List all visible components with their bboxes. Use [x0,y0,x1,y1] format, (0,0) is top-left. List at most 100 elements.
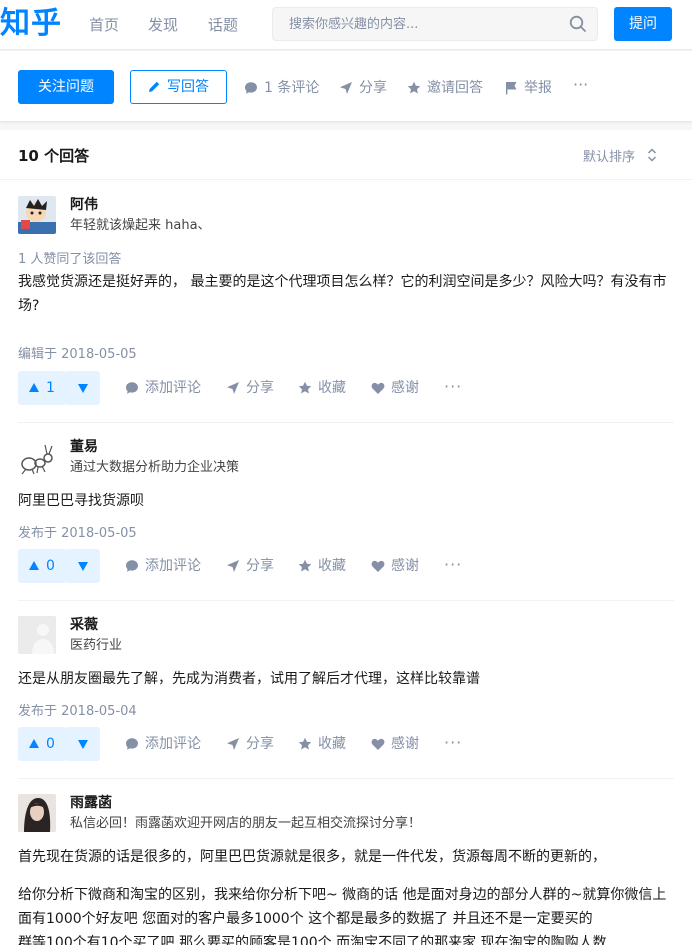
flag-icon [506,82,517,95]
star-icon [298,559,312,572]
ant-avatar-icon [18,438,56,476]
comment-icon [126,560,138,572]
collect-label: 收藏 [318,558,346,574]
share-button[interactable]: 分享 [226,557,274,575]
top-navbar: 知乎 首页 发现 话题 提问 [0,0,692,50]
answer-count: 10 个回答 [18,147,90,165]
author-name[interactable]: 董易 [70,438,98,456]
share-label: 分享 [359,80,387,96]
search-icon[interactable] [569,15,587,33]
more-actions-button[interactable]: ··· [444,555,462,574]
answer-date[interactable]: 发布于 2018-05-04 [18,700,137,719]
write-answer-label: 写回答 [167,79,209,95]
upvote-summary: 1 人赞同了该回答 [18,252,122,267]
share-icon [227,560,239,572]
avatar[interactable] [18,794,56,832]
invite-answer-button[interactable]: 邀请回答 [407,78,483,98]
cartoon-avatar-icon [18,196,56,234]
share-button[interactable]: 分享 [226,735,274,753]
star-icon [298,737,312,750]
collect-label: 收藏 [318,380,346,396]
comment-icon [126,382,138,394]
heart-icon [371,738,385,750]
answer-content: 还是从朋友圈最先了解，先成为消费者，试用了解后才代理，这样比较靠谱 [18,671,480,687]
write-answer-button[interactable]: 写回答 [130,70,227,104]
answer-content: 首先现在货源的话是很多的，阿里巴巴货源就是很多，就是一件代发，货源每周不断的更新… [18,849,606,865]
divider [18,778,674,779]
divider [18,600,674,601]
answer-content: 我感觉货源还是挺好弄的， 最主要的是这个代理项目怎么样？它的利润空间是多少？风险… [18,274,667,314]
answer-item: 雨露菡 私信必回！雨露菡欢迎开网店的朋友一起互相交流探讨分享！ 首先现在货源的话… [0,794,692,945]
answers-card: 10 个回答 默认排序 阿伟 年轻就该燥起来 haha、 1 人赞同了该回答 我… [0,130,692,945]
downvote-button[interactable] [66,371,100,405]
answer-actions: 0 添加评论 分享 收藏 感谢 ··· [18,549,674,583]
triangle-up-icon [29,561,39,570]
star-icon [407,81,421,94]
avatar[interactable] [18,196,56,234]
thanks-button[interactable]: 感谢 [371,735,419,753]
invite-label: 邀请回答 [427,80,483,96]
add-comment-button[interactable]: 添加评论 [125,379,201,397]
nav-topics[interactable]: 话题 [208,0,238,50]
sort-label: 默认排序 [583,150,636,165]
thanks-button[interactable]: 感谢 [371,379,419,397]
more-actions-button[interactable]: ··· [444,377,462,396]
portrait-avatar-icon [18,794,56,832]
nav-home[interactable]: 首页 [89,0,119,50]
search-input[interactable] [273,8,563,40]
answer-item: 阿伟 年轻就该燥起来 haha、 1 人赞同了该回答 我感觉货源还是挺好弄的， … [0,196,692,423]
sort-dropdown[interactable]: 默认排序 [583,146,657,165]
report-button[interactable]: 举报 [504,78,552,98]
ask-question-button[interactable]: 提问 [614,7,672,41]
comment-label: 添加评论 [145,380,201,396]
comment-icon [245,82,257,94]
star-icon [298,381,312,394]
divider [18,422,674,423]
share-icon [340,82,352,94]
share-button[interactable]: 分享 [226,379,274,397]
collect-button[interactable]: 收藏 [298,557,346,575]
comment-icon [126,738,138,750]
author-headline: 医药行业 [70,638,123,653]
thanks-button[interactable]: 感谢 [371,557,419,575]
downvote-button[interactable] [66,549,100,583]
upvote-button[interactable]: 0 [18,549,67,583]
follow-question-button[interactable]: 关注问题 [18,70,114,104]
more-options-button[interactable]: ··· [573,75,588,95]
author-name[interactable]: 阿伟 [70,196,98,214]
author-name[interactable]: 雨露菡 [70,794,112,812]
search-box [272,7,598,41]
share-question-button[interactable]: 分享 [339,78,387,98]
downvote-button[interactable] [66,727,100,761]
more-actions-button[interactable]: ··· [444,733,462,752]
zhihu-logo[interactable]: 知乎 [0,6,62,42]
share-label: 分享 [246,736,274,752]
answer-content-paragraph: 给你分析下微商和淘宝的区别，我来给你分析下吧~ 微商的话 他是面对身边的部分人群… [18,883,674,945]
report-label: 举报 [524,80,552,96]
triangle-down-icon [78,562,88,571]
upvote-button[interactable]: 0 [18,727,67,761]
comment-label: 添加评论 [145,736,201,752]
answers-header: 10 个回答 默认排序 [0,130,692,180]
answer-content-line: 给你分析下微商和淘宝的区别，我来给你分析下吧~ 微商的话 他是面对身边的部分人群… [18,887,667,927]
triangle-down-icon [78,384,88,393]
answer-date[interactable]: 编辑于 2018-05-05 [18,343,137,362]
author-headline: 年轻就该燥起来 haha、 [70,218,211,233]
collect-button[interactable]: 收藏 [298,379,346,397]
sort-arrows-icon [647,148,657,162]
heart-icon [371,560,385,572]
add-comment-button[interactable]: 添加评论 [125,735,201,753]
upvote-button[interactable]: 1 [18,371,67,405]
add-comment-button[interactable]: 添加评论 [125,557,201,575]
answer-date[interactable]: 发布于 2018-05-05 [18,522,137,541]
nav-discover[interactable]: 发现 [148,0,178,50]
comments-button[interactable]: 1 条评论 [244,78,319,98]
thanks-label: 感谢 [391,736,419,752]
collect-button[interactable]: 收藏 [298,735,346,753]
comments-label: 1 条评论 [264,80,320,96]
question-action-bar: 关注问题 写回答 1 条评论 分享 邀请回答 举报 ··· [0,51,692,121]
avatar[interactable] [18,616,56,654]
author-name[interactable]: 采薇 [70,616,98,634]
thanks-label: 感谢 [391,558,419,574]
avatar[interactable] [18,438,56,476]
